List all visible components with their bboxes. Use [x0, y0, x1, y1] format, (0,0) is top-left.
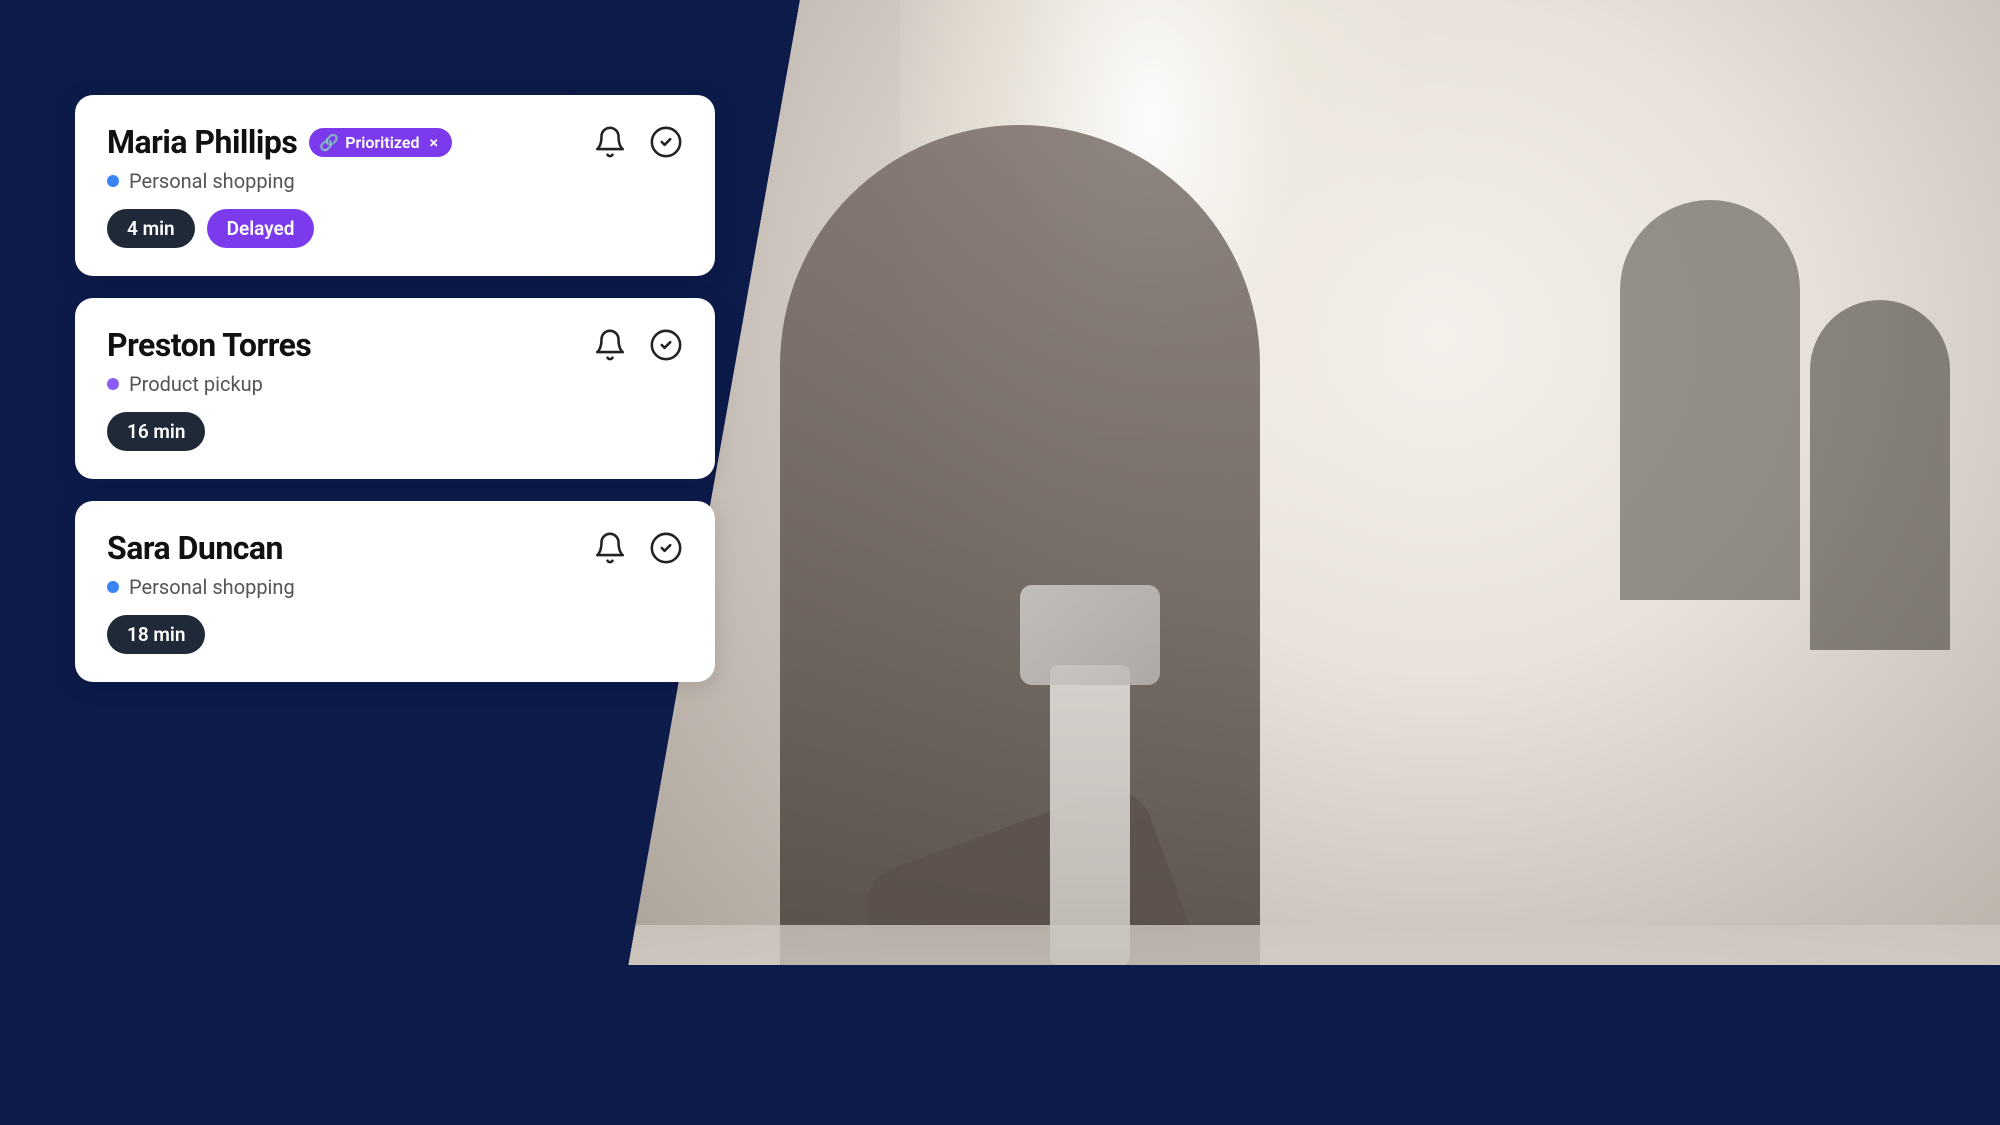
delayed-badge-maria: Delayed	[207, 209, 315, 248]
photo-background	[600, 0, 2000, 1125]
service-dot-sara	[107, 581, 119, 593]
time-badge-maria: 4 min	[107, 209, 195, 248]
card-maria: Maria Phillips 🔗 Prioritized ×	[75, 95, 715, 276]
service-dot-preston	[107, 378, 119, 390]
customer-name-sara: Sara Duncan	[107, 529, 283, 567]
customer-name-maria: Maria Phillips	[107, 123, 297, 161]
time-badge-sara: 18 min	[107, 615, 205, 654]
service-dot-maria	[107, 175, 119, 187]
bell-button-sara[interactable]	[593, 531, 627, 565]
card-sara: Sara Duncan Personal sho	[75, 501, 715, 682]
service-label-preston: Product pickup	[129, 372, 263, 396]
close-icon[interactable]: ×	[429, 133, 438, 152]
service-label-maria: Personal shopping	[129, 169, 295, 193]
check-button-preston[interactable]	[649, 328, 683, 362]
check-button-sara[interactable]	[649, 531, 683, 565]
prioritized-badge[interactable]: 🔗 Prioritized ×	[309, 128, 452, 157]
prioritized-label: Prioritized	[345, 133, 419, 152]
customer-name-preston: Preston Torres	[107, 326, 311, 364]
link-icon: 🔗	[319, 133, 339, 152]
cards-container: Maria Phillips 🔗 Prioritized ×	[75, 95, 715, 682]
service-label-sara: Personal shopping	[129, 575, 295, 599]
card-preston: Preston Torres Product p	[75, 298, 715, 479]
bell-button-maria[interactable]	[593, 125, 627, 159]
time-badge-preston: 16 min	[107, 412, 205, 451]
check-button-maria[interactable]	[649, 125, 683, 159]
bell-button-preston[interactable]	[593, 328, 627, 362]
